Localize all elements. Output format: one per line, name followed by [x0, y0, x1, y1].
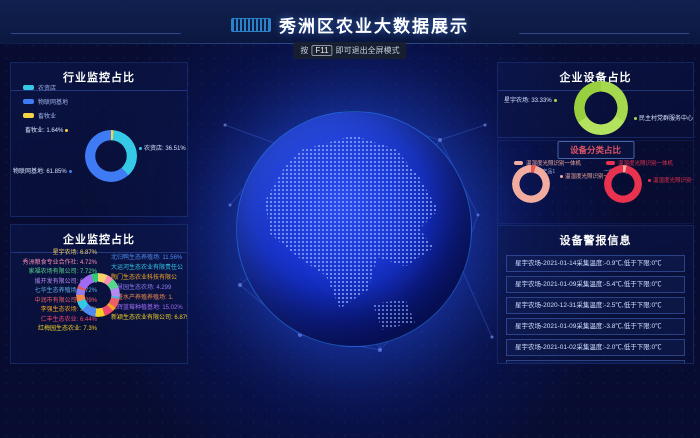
legend-label: 畜牧业: [38, 111, 56, 120]
hint-prefix: 按: [300, 45, 308, 56]
device-right-donut-chart[interactable]: [604, 165, 642, 203]
corner-decoration: [497, 356, 505, 364]
alarm-row: 星宇农场-2021-01-09采集温度:-5.4℃,低于下限:0℃: [506, 276, 685, 293]
enterprise-label: 陶慧园生态农场: 4.299: [111, 283, 188, 293]
fullscreen-hint: 按 F11 即可退出全屏模式: [293, 42, 406, 59]
corner-decoration: [497, 225, 505, 233]
legend-label: 农资店: [38, 83, 56, 92]
enterprise-label: 新颖生态农业有限公司: 6.879: [111, 313, 188, 323]
callout-dot: [65, 129, 68, 132]
corner-decoration: [686, 130, 694, 138]
equipment-callout-left: 星宇农场: 33.33%: [504, 95, 559, 104]
alarm-row: 星宇农场-2021-01-09采集温度:-0.9℃,低于下限:0℃: [506, 360, 685, 364]
callout-dot: [139, 147, 142, 150]
enterprise-label: 陶门生态农业科技有限公: [111, 273, 188, 283]
corner-decoration: [180, 356, 188, 364]
corner-decoration: [686, 356, 694, 364]
enterprise-label: 红梅园生态农业: 7.3%: [13, 325, 97, 335]
corner-decoration: [10, 209, 18, 217]
callout-dot: [634, 117, 637, 120]
corner-decoration: [10, 224, 18, 232]
legend-item-nongzidian[interactable]: 农资店: [23, 83, 68, 92]
enterprise-label: 秀洲粮食专业合作社: 4.72%: [13, 259, 97, 269]
device-class-title: 设备分类占比: [557, 141, 634, 159]
legend-swatch: [23, 113, 34, 118]
callout-dot: [554, 99, 557, 102]
enterprise-label: 成辉蓝莓种植基地: 15.02%: [111, 303, 188, 313]
enterprise-label: 丰盛水产养殖养殖场: 1.: [111, 293, 188, 303]
alarm-row: 星宇农场-2021-01-09采集温度:-3.8℃,低于下限:0℃: [506, 318, 685, 335]
alarm-row: 星宇农场-2020-12-31采集温度:-2.5℃,低于下限:0℃: [506, 297, 685, 314]
alarm-row: 星宇农场-2021-01-14采集温度:-0.9℃,低于下限:0℃: [506, 255, 685, 272]
callout-dot: [560, 175, 563, 178]
title-row: 秀洲区农业大数据展示: [0, 12, 700, 37]
callout-dot: [648, 179, 651, 182]
enterprise-label: 仁丰生态农业: 6.44%: [13, 316, 97, 326]
corner-decoration: [497, 62, 505, 70]
legend-swatch: [606, 161, 615, 165]
corner-decoration: [10, 356, 18, 364]
panel-enterprise-monitoring: 企业监控占比 星宇农场: 6.87% 秀洲粮食专业合作社: 4.72% 家福农场…: [10, 224, 188, 364]
corner-decoration: [497, 130, 505, 138]
panel-device-classification: 设备分类占比 温湿度光照识别一体机 一体机/产品1 温湿度光照识别一— 温湿度光…: [497, 140, 694, 224]
enterprise-right-labels: 北归鸭生态养殖场: 11.56% 大运河生态农业有限责任公 陶门生态农业科技有限…: [111, 253, 188, 323]
panel-equipment-ratio: 企业设备占比 星宇农场: 33.33% 民主村党群服务中心:: [497, 62, 694, 138]
globe: [236, 111, 472, 347]
corner-decoration: [686, 225, 694, 233]
device-right-callout: 温湿度光照识别一—: [646, 176, 694, 184]
hint-suffix: 即可退出全屏模式: [336, 45, 400, 56]
legend-item-xumuye[interactable]: 畜牧业: [23, 111, 68, 120]
industry-callout-xumuye: 畜牧业: 1.64%: [25, 125, 70, 134]
legend-swatch: [23, 85, 34, 90]
industry-legend: 农资店 物联网基地 畜牧业: [23, 83, 68, 125]
corner-decoration: [686, 62, 694, 70]
f11-keycap: F11: [311, 45, 332, 56]
industry-donut-chart[interactable]: [85, 130, 137, 182]
alarm-row: 星宇农场-2021-01-02采集温度:-2.0℃,低于下限:0℃: [506, 339, 685, 356]
corner-decoration: [180, 62, 188, 70]
corner-decoration: [686, 216, 694, 224]
equipment-callout-right: 民主村党群服务中心:: [632, 113, 694, 122]
alarm-list: 星宇农场-2021-01-14采集温度:-0.9℃,低于下限:0℃ 星宇农场-2…: [498, 255, 693, 364]
enterprise-label: 北归鸭生态养殖场: 11.56%: [111, 253, 188, 263]
equipment-donut-chart[interactable]: [574, 81, 628, 135]
page-title: 秀洲区农业大数据展示: [279, 12, 469, 37]
header-bar: 秀洲区农业大数据展示: [0, 0, 700, 44]
industry-callout-wulianwang: 物联网基地: 61.85%: [13, 166, 74, 175]
alarms-panel-title: 设备警报信息: [498, 226, 693, 253]
legend-label: 物联网基地: [38, 97, 68, 106]
device-left-donut-chart[interactable]: [512, 165, 550, 203]
panel-industry-monitoring: 行业监控占比 农资店 物联网基地 畜牧业 畜牧业: 1.64% 农资店: 36.…: [10, 62, 188, 217]
corner-decoration: [497, 216, 505, 224]
legend-item-wulianwang[interactable]: 物联网基地: [23, 97, 68, 106]
legend-swatch: [23, 99, 34, 104]
enterprise-donut-chart[interactable]: [76, 273, 120, 317]
callout-dot: [69, 170, 72, 173]
panel-device-alarms: 设备警报信息 星宇农场-2021-01-14采集温度:-0.9℃,低于下限:0℃…: [497, 225, 694, 364]
legend-swatch: [514, 161, 523, 165]
corner-decoration: [180, 209, 188, 217]
corner-decoration: [180, 224, 188, 232]
enterprise-label: 星宇农场: 6.87%: [13, 249, 97, 259]
brand-logo: [231, 18, 271, 32]
corner-decoration: [10, 62, 18, 70]
industry-callout-nongzidian: 农资店: 36.51%: [137, 143, 186, 152]
enterprise-label: 大运河生态农业有限责任公: [111, 263, 188, 273]
